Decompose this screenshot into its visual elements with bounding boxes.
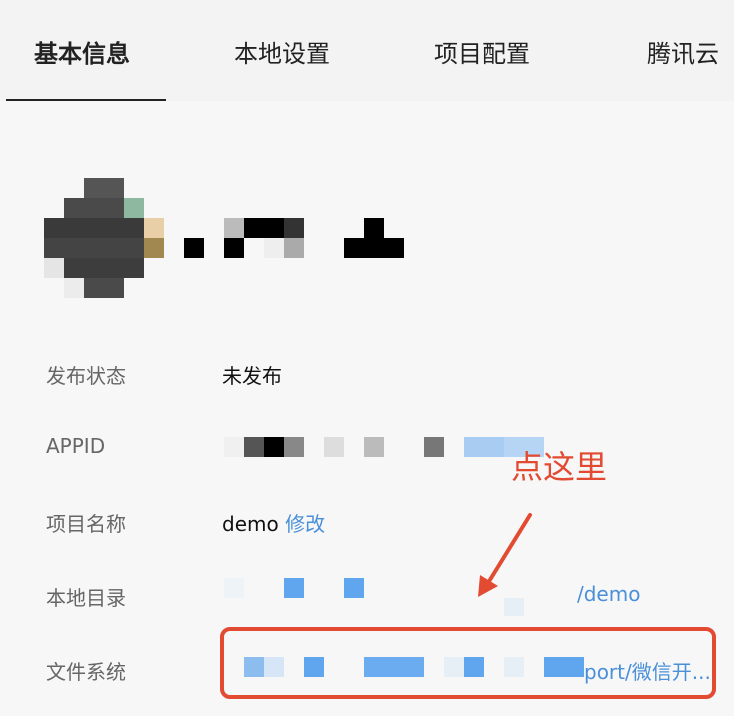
arrow-icon: [478, 513, 532, 597]
